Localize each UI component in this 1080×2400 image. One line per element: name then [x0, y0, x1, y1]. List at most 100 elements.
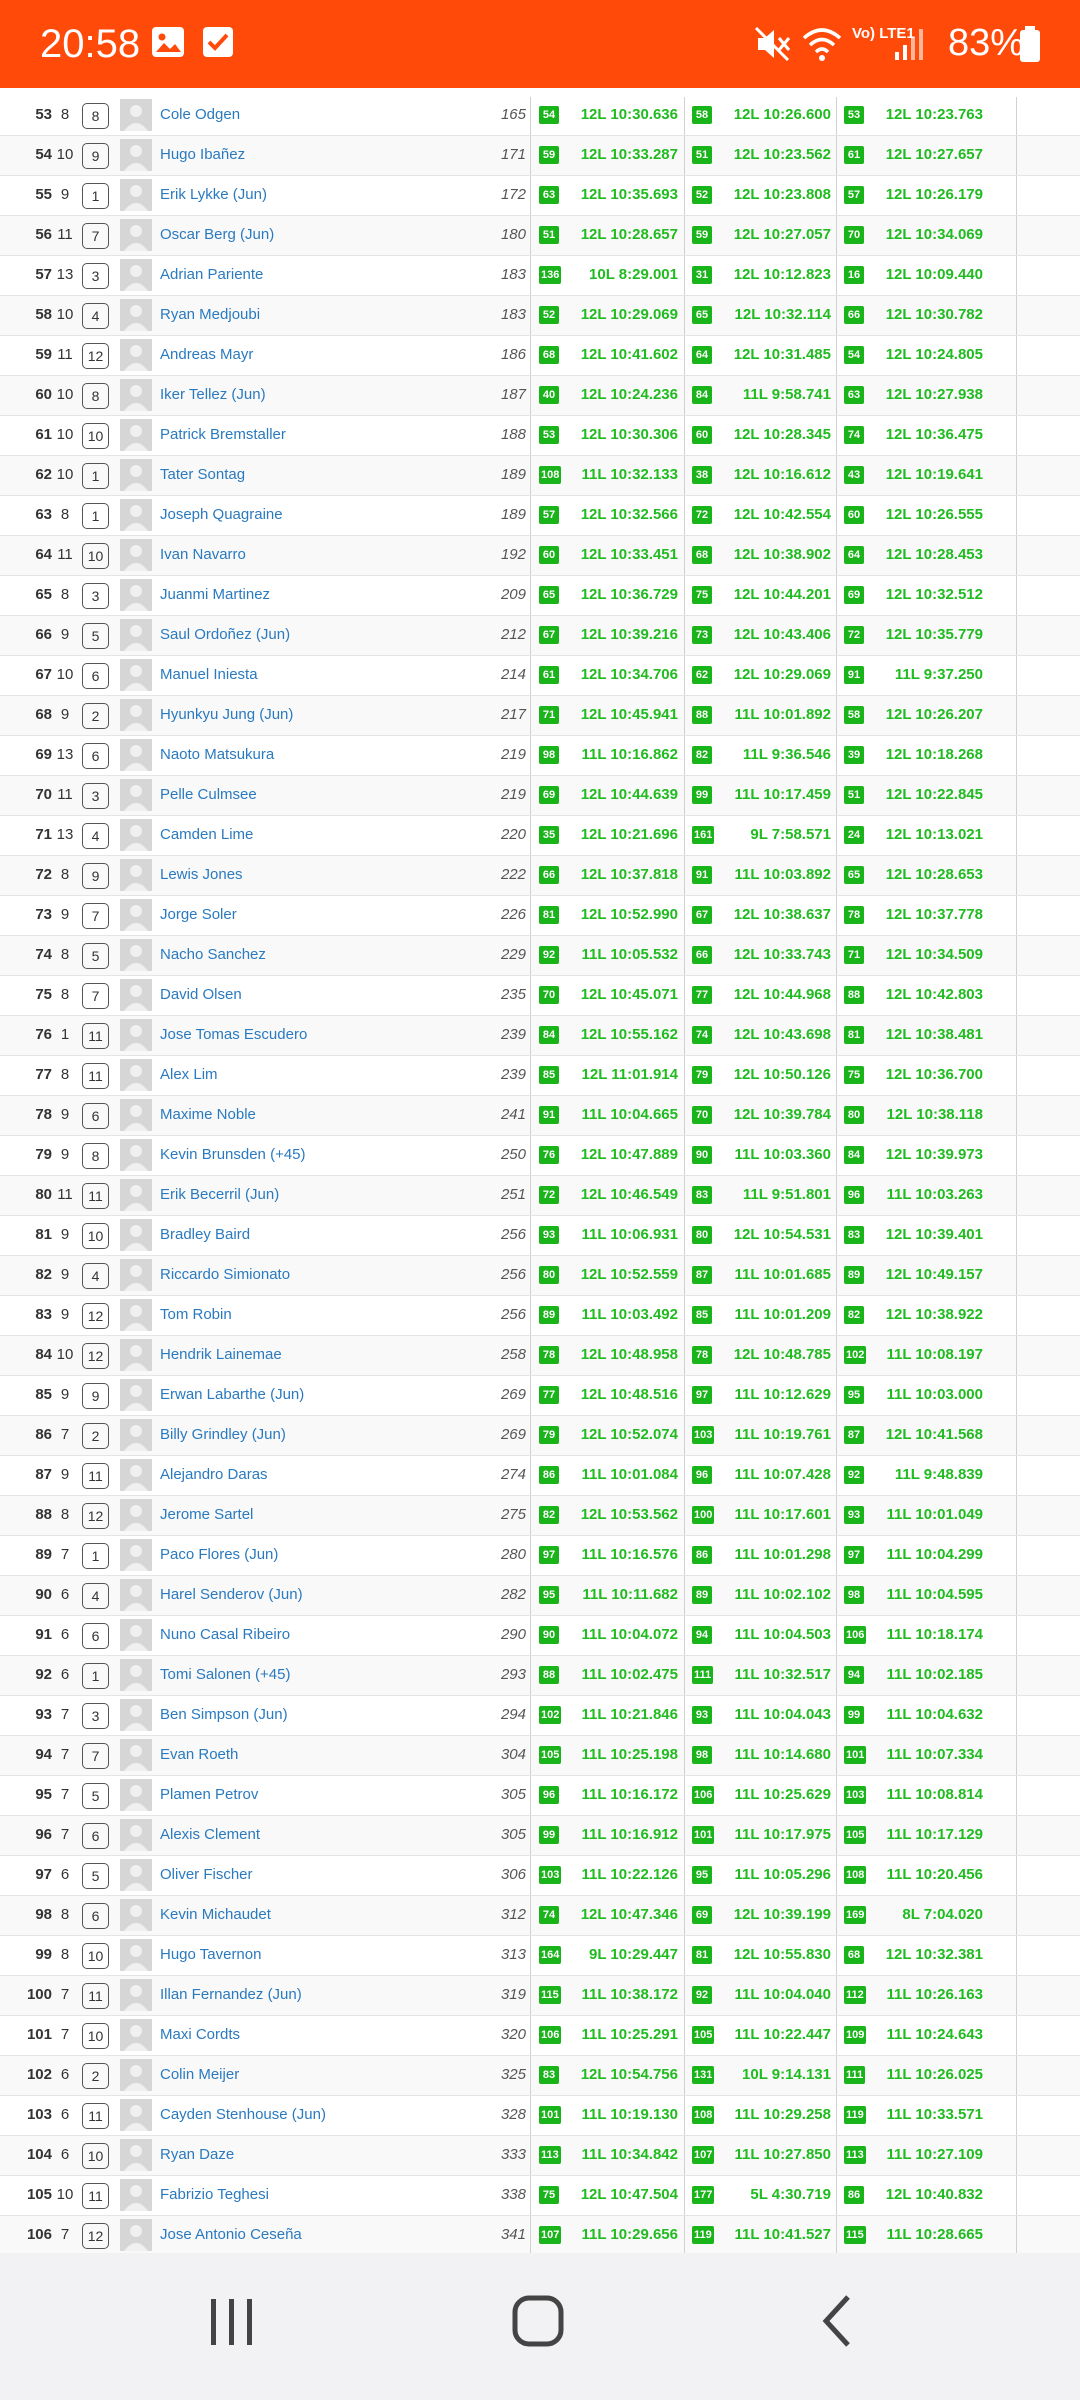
table-row[interactable]: 83 9 12 Tom Robin 256 89 11L 10:03.492 85 11L 10…: [0, 1296, 1080, 1336]
table-row[interactable]: 72 8 9 Lewis Jones 222 66 12L 10:37.818 91 11L 1…: [0, 856, 1080, 896]
rider-name-link[interactable]: Hendrik Lainemae: [160, 1336, 490, 1374]
table-row[interactable]: 75 8 7 David Olsen 235 70 12L 10:45.071 77 12L 1…: [0, 976, 1080, 1016]
table-row[interactable]: 84 10 12 Hendrik Lainemae 258 78 12L 10:48.958…: [0, 1336, 1080, 1376]
table-row[interactable]: 65 8 3 Juanmi Martinez 209 65 12L 10:36.729 75 1…: [0, 576, 1080, 616]
rider-name-link[interactable]: Hyunkyu Jung (Jun): [160, 696, 490, 734]
rider-name-link[interactable]: Manuel Iniesta: [160, 656, 490, 694]
rider-name-link[interactable]: Fabrizio Teghesi: [160, 2176, 490, 2214]
rider-name-link[interactable]: Riccardo Simionato: [160, 1256, 490, 1294]
table-row[interactable]: 74 8 5 Nacho Sanchez 229 92 11L 10:05.532 66 12L…: [0, 936, 1080, 976]
rider-name-link[interactable]: Andreas Mayr: [160, 336, 490, 374]
table-row[interactable]: 87 9 11 Alejandro Daras 274 86 11L 10:01.084 96…: [0, 1456, 1080, 1496]
table-row[interactable]: 60 10 8 Iker Tellez (Jun) 187 40 12L 10:24.236…: [0, 376, 1080, 416]
table-row[interactable]: 95 7 5 Plamen Petrov 305 96 11L 10:16.172 106 11…: [0, 1776, 1080, 1816]
table-row[interactable]: 73 9 7 Jorge Soler 226 81 12L 10:52.990 67 12L 1…: [0, 896, 1080, 936]
table-row[interactable]: 97 6 5 Oliver Fischer 306 103 11L 10:22.126 95 1…: [0, 1856, 1080, 1896]
table-row[interactable]: 104 6 10 Ryan Daze 333 113 11L 10:34.842 107 11L…: [0, 2136, 1080, 2176]
table-row[interactable]: 58 10 4 Ryan Medjoubi 183 52 12L 10:29.069 65 12…: [0, 296, 1080, 336]
table-row[interactable]: 66 9 5 Saul Ordoñez (Jun) 212 67 12L 10:39.216…: [0, 616, 1080, 656]
recent-apps-icon[interactable]: [205, 2293, 259, 2354]
rider-name-link[interactable]: Harel Senderov (Jun): [160, 1576, 490, 1614]
rider-name-link[interactable]: Colin Meijer: [160, 2056, 490, 2094]
table-row[interactable]: 71 13 4 Camden Lime 220 35 12L 10:21.696 161 9L …: [0, 816, 1080, 856]
table-row[interactable]: 64 11 10 Ivan Navarro 192 60 12L 10:33.451 68 12…: [0, 536, 1080, 576]
table-row[interactable]: 99 8 10 Hugo Tavernon 313 164 9L 10:29.447 81 12…: [0, 1936, 1080, 1976]
table-row[interactable]: 77 8 11 Alex Lim 239 85 12L 11:01.914 79 12L 10:…: [0, 1056, 1080, 1096]
table-row[interactable]: 101 7 10 Maxi Cordts 320 106 11L 10:25.291 105 1…: [0, 2016, 1080, 2056]
rider-name-link[interactable]: Nuno Casal Ribeiro: [160, 1616, 490, 1654]
rider-name-link[interactable]: Cayden Stenhouse (Jun): [160, 2096, 490, 2134]
table-row[interactable]: 61 10 10 Patrick Bremstaller 188 53 12L 10:30.…: [0, 416, 1080, 456]
table-row[interactable]: 81 9 10 Bradley Baird 256 93 11L 10:06.931 80 12…: [0, 1216, 1080, 1256]
table-row[interactable]: 78 9 6 Maxime Noble 241 91 11L 10:04.665 70 12L …: [0, 1096, 1080, 1136]
table-row[interactable]: 88 8 12 Jerome Sartel 275 82 12L 10:53.562 100 1…: [0, 1496, 1080, 1536]
rider-name-link[interactable]: Erwan Labarthe (Jun): [160, 1376, 490, 1414]
rider-name-link[interactable]: Cole Odgen: [160, 97, 490, 134]
rider-name-link[interactable]: Illan Fernandez (Jun): [160, 1976, 490, 2014]
rider-name-link[interactable]: Nacho Sanchez: [160, 936, 490, 974]
rider-name-link[interactable]: Hugo Ibañez: [160, 136, 490, 174]
table-row[interactable]: 96 7 6 Alexis Clement 305 99 11L 10:16.912 101 1…: [0, 1816, 1080, 1856]
rider-name-link[interactable]: Jorge Soler: [160, 896, 490, 934]
rider-name-link[interactable]: Juanmi Martinez: [160, 576, 490, 614]
table-row[interactable]: 89 7 1 Paco Flores (Jun) 280 97 11L 10:16.576 8…: [0, 1536, 1080, 1576]
table-row[interactable]: 56 11 7 Oscar Berg (Jun) 180 51 12L 10:28.657 5…: [0, 216, 1080, 256]
rider-name-link[interactable]: Ben Simpson (Jun): [160, 1696, 490, 1734]
rider-name-link[interactable]: Alexis Clement: [160, 1816, 490, 1854]
rider-name-link[interactable]: Tom Robin: [160, 1296, 490, 1334]
table-row[interactable]: 59 11 12 Andreas Mayr 186 68 12L 10:41.602 64 12…: [0, 336, 1080, 376]
rider-name-link[interactable]: David Olsen: [160, 976, 490, 1014]
rider-name-link[interactable]: Patrick Bremstaller: [160, 416, 490, 454]
rider-name-link[interactable]: Bradley Baird: [160, 1216, 490, 1254]
rider-name-link[interactable]: Hugo Tavernon: [160, 1936, 490, 1974]
rider-name-link[interactable]: Oscar Berg (Jun): [160, 216, 490, 254]
rider-name-link[interactable]: Alejandro Daras: [160, 1456, 490, 1494]
table-row[interactable]: 76 1 11 Jose Tomas Escudero 239 84 12L 10:55.1…: [0, 1016, 1080, 1056]
table-row[interactable]: 67 10 6 Manuel Iniesta 214 61 12L 10:34.706 62 1…: [0, 656, 1080, 696]
table-row[interactable]: 86 7 2 Billy Grindley (Jun) 269 79 12L 10:52.0…: [0, 1416, 1080, 1456]
table-row[interactable]: 90 6 4 Harel Senderov (Jun) 282 95 11L 10:11.6…: [0, 1576, 1080, 1616]
table-row[interactable]: 79 9 8 Kevin Brunsden (+45) 250 76 12L 10:47.8…: [0, 1136, 1080, 1176]
table-row[interactable]: 102 6 2 Colin Meijer 325 83 12L 10:54.756 131 10…: [0, 2056, 1080, 2096]
rider-name-link[interactable]: Joseph Quagraine: [160, 496, 490, 534]
table-row[interactable]: 62 10 1 Tater Sontag 189 108 11L 10:32.133 38 12…: [0, 456, 1080, 496]
rider-name-link[interactable]: Tater Sontag: [160, 456, 490, 494]
table-row[interactable]: 80 11 11 Erik Becerril (Jun) 251 72 12L 10:46.…: [0, 1176, 1080, 1216]
rider-name-link[interactable]: Pelle Culmsee: [160, 776, 490, 814]
rider-name-link[interactable]: Kevin Michaudet: [160, 1896, 490, 1934]
rider-name-link[interactable]: Oliver Fischer: [160, 1856, 490, 1894]
table-row[interactable]: 57 13 3 Adrian Pariente 183 136 10L 8:29.001 31…: [0, 256, 1080, 296]
rider-name-link[interactable]: Naoto Matsukura: [160, 736, 490, 774]
table-row[interactable]: 54 10 9 Hugo Ibañez 171 59 12L 10:33.287 51 12L …: [0, 136, 1080, 176]
rider-name-link[interactable]: Erik Lykke (Jun): [160, 176, 490, 214]
rider-name-link[interactable]: Ivan Navarro: [160, 536, 490, 574]
table-row[interactable]: 85 9 9 Erwan Labarthe (Jun) 269 77 12L 10:48.5…: [0, 1376, 1080, 1416]
rider-name-link[interactable]: Maxime Noble: [160, 1096, 490, 1134]
rider-name-link[interactable]: Erik Becerril (Jun): [160, 1176, 490, 1214]
table-row[interactable]: 82 9 4 Riccardo Simionato 256 80 12L 10:52.559…: [0, 1256, 1080, 1296]
table-row[interactable]: 93 7 3 Ben Simpson (Jun) 294 102 11L 10:21.846…: [0, 1696, 1080, 1736]
table-row[interactable]: 98 8 6 Kevin Michaudet 312 74 12L 10:47.346 69 1…: [0, 1896, 1080, 1936]
table-row[interactable]: 68 9 2 Hyunkyu Jung (Jun) 217 71 12L 10:45.941…: [0, 696, 1080, 736]
rider-name-link[interactable]: Kevin Brunsden (+45): [160, 1136, 490, 1174]
rider-name-link[interactable]: Evan Roeth: [160, 1736, 490, 1774]
table-row[interactable]: 100 7 11 Illan Fernandez (Jun) 319 115 11L 10:…: [0, 1976, 1080, 2016]
rider-name-link[interactable]: Iker Tellez (Jun): [160, 376, 490, 414]
table-row[interactable]: 70 11 3 Pelle Culmsee 219 69 12L 10:44.639 99 11…: [0, 776, 1080, 816]
rider-name-link[interactable]: Adrian Pariente: [160, 256, 490, 294]
rider-name-link[interactable]: Saul Ordoñez (Jun): [160, 616, 490, 654]
table-row[interactable]: 91 6 6 Nuno Casal Ribeiro 290 90 11L 10:04.072…: [0, 1616, 1080, 1656]
rider-name-link[interactable]: Jose Antonio Ceseña: [160, 2216, 490, 2254]
table-row[interactable]: 63 8 1 Joseph Quagraine 189 57 12L 10:32.566 72…: [0, 496, 1080, 536]
table-row[interactable]: 53 8 8 Cole Odgen 165 54 12L 10:30.636 58 12L 10…: [0, 97, 1080, 136]
rider-name-link[interactable]: Tomi Salonen (+45): [160, 1656, 490, 1694]
results-table[interactable]: 53 8 8 Cole Odgen 165 54 12L 10:30.636 58 12L 10…: [0, 97, 1080, 2262]
back-icon[interactable]: [814, 2293, 862, 2354]
table-row[interactable]: 103 6 11 Cayden Stenhouse (Jun) 328 101 11L 10…: [0, 2096, 1080, 2136]
rider-name-link[interactable]: Jose Tomas Escudero: [160, 1016, 490, 1054]
table-row[interactable]: 94 7 7 Evan Roeth 304 105 11L 10:25.198 98 11L 1…: [0, 1736, 1080, 1776]
table-row[interactable]: 55 9 1 Erik Lykke (Jun) 172 63 12L 10:35.693 52…: [0, 176, 1080, 216]
table-row[interactable]: 105 10 11 Fabrizio Teghesi 338 75 12L 10:47.50…: [0, 2176, 1080, 2216]
table-row[interactable]: 106 7 12 Jose Antonio Ceseña 341 107 11L 10:29…: [0, 2216, 1080, 2256]
rider-name-link[interactable]: Paco Flores (Jun): [160, 1536, 490, 1574]
